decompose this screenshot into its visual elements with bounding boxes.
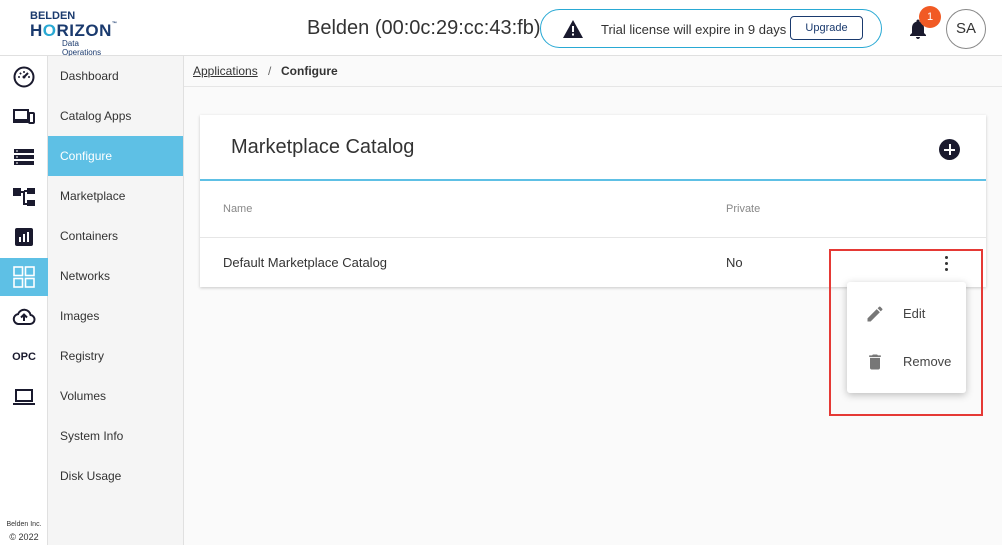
menu-item-configure[interactable]: Configure [48,136,183,176]
menu-item-remove[interactable]: Remove [847,338,966,386]
edit-label: Edit [903,306,926,321]
copyright-footer: Belden Inc. © 2022 [0,519,48,543]
opc-icon: OPC [12,351,36,363]
menu-item-images[interactable]: Images [48,296,183,336]
app-header: BELDEN HORIZON™ Data Operations Belden (… [0,0,1002,57]
notification-count-badge: 1 [919,6,941,28]
apps-grid-icon [13,266,35,288]
row-name-cell: Default Marketplace Catalog [223,255,388,270]
column-header-private[interactable]: Private [726,203,760,215]
breadcrumb-applications-link[interactable]: Applications [193,64,258,78]
rail-list[interactable] [0,138,48,176]
dashboard-gauge-icon [13,66,35,88]
menu-item-containers[interactable]: Containers [48,216,183,256]
breadcrumb-current: Configure [281,64,338,78]
rail-hierarchy[interactable] [0,178,48,216]
trash-icon [869,354,881,370]
card-title: Marketplace Catalog [231,136,415,158]
breadcrumb-separator: / [268,64,272,78]
logo-line3: Data Operations [62,39,102,57]
card-divider [200,179,986,181]
upgrade-button[interactable]: Upgrade [790,16,863,40]
rail-apps[interactable] [0,258,48,296]
rail-devices[interactable] [0,98,48,136]
logo-line2: HORIZON™ [30,21,118,40]
icon-rail: OPC Belden Inc. © 2022 [0,56,48,545]
cloud-upload-icon [12,308,36,325]
copyright-company: Belden Inc. [6,521,42,528]
trial-message: Trial license will expire in 9 days [601,22,787,37]
menu-item-networks[interactable]: Networks [48,256,183,296]
belden-horizon-logo[interactable]: BELDEN HORIZON™ Data Operations [28,10,118,57]
rail-dashboard[interactable] [0,58,48,96]
menu-item-system-info[interactable]: System Info [48,416,183,456]
menu-item-dashboard[interactable]: Dashboard [48,56,183,96]
add-catalog-button[interactable] [939,139,960,160]
laptop-icon [13,389,35,405]
menu-item-catalog-apps[interactable]: Catalog Apps [48,96,183,136]
menu-item-registry[interactable]: Registry [48,336,183,376]
chart-icon [15,228,33,246]
device-title: Belden (00:0c:29:cc:43:fb) [307,17,541,39]
hierarchy-icon [13,188,35,206]
row-private-cell: No [726,255,743,270]
menu-item-marketplace[interactable]: Marketplace [48,176,183,216]
trial-license-banner: Trial license will expire in 9 days Upgr… [540,9,882,48]
rail-chart[interactable] [0,218,48,256]
column-header-name[interactable]: Name [223,203,252,215]
rail-cloud[interactable] [0,298,48,336]
copyright-year: © 2022 [9,532,39,542]
rail-opc[interactable]: OPC [0,338,48,376]
menu-item-volumes[interactable]: Volumes [48,376,183,416]
pencil-icon [867,306,883,322]
list-icon [14,149,34,165]
breadcrumb: Applications / Configure [184,56,1002,87]
rail-laptop[interactable] [0,378,48,416]
remove-label: Remove [903,354,952,369]
menu-item-disk-usage[interactable]: Disk Usage [48,456,183,496]
devices-icon [13,109,35,124]
menu-item-edit[interactable]: Edit [847,290,966,338]
warning-icon [563,20,583,38]
row-actions-menu: Edit Remove [847,282,966,393]
row-divider [200,237,986,238]
user-avatar[interactable]: SA [946,9,986,49]
side-menu: Dashboard Catalog Apps Configure Marketp… [48,56,184,545]
